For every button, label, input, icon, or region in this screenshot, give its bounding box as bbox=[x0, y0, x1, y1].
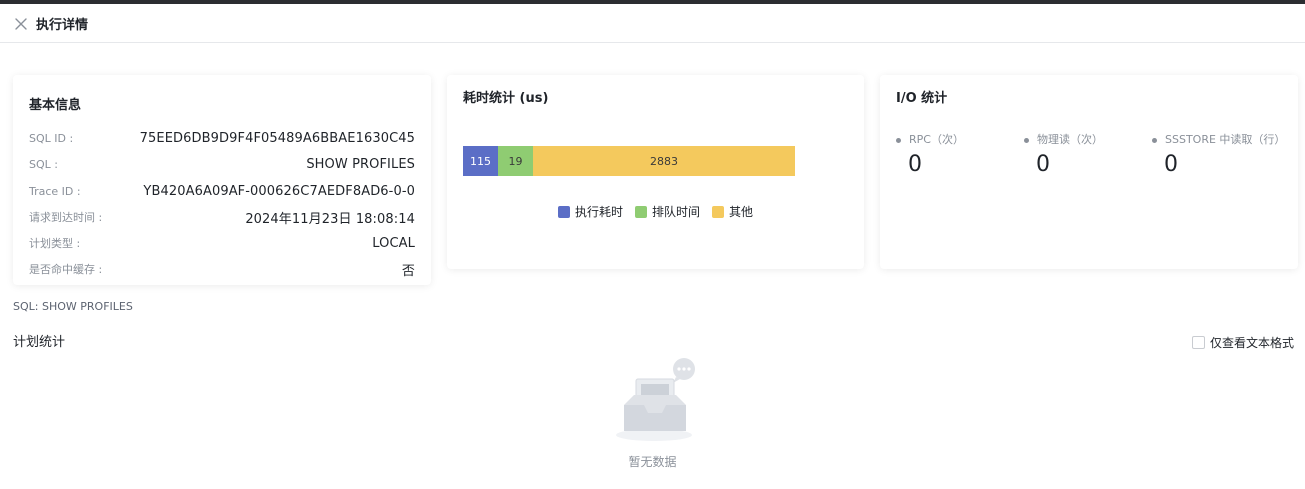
io-label: RPC（次） bbox=[909, 133, 964, 146]
bullet-icon bbox=[1024, 138, 1029, 143]
io-stat-rpc: RPC（次） 0 bbox=[896, 130, 1024, 177]
text-only-checkbox[interactable]: 仅查看文本格式 bbox=[1191, 334, 1294, 351]
info-label: 请求到达时间 : bbox=[29, 211, 103, 224]
empty-state-text: 暂无数据 bbox=[628, 455, 677, 469]
close-icon[interactable] bbox=[14, 16, 28, 30]
info-row-request-time: 请求到达时间 : 2024年11月23日 18:08:14 bbox=[29, 207, 415, 227]
text-only-label: 仅查看文本格式 bbox=[1209, 336, 1294, 350]
info-value: YB420A6A09AF-000626C7AEDF8AD6-0-0 bbox=[143, 183, 415, 199]
info-row-sql-id: SQL ID : 75EED6DB9D9F4F05489A6BBAE1630C4… bbox=[29, 128, 415, 148]
time-stacked-bar: 115 19 2883 bbox=[463, 146, 795, 176]
plan-stats-title: 计划统计 bbox=[13, 335, 66, 350]
bar-segment-exec[interactable]: 115 bbox=[463, 146, 498, 176]
info-row-trace-id: Trace ID : YB420A6A09AF-000626C7AEDF8AD6… bbox=[29, 181, 415, 201]
info-label: 计划类型 : bbox=[29, 237, 81, 250]
io-label: 物理读（次） bbox=[1037, 133, 1103, 146]
legend-label: 执行耗时 bbox=[574, 205, 623, 219]
page-header: 执行详情 bbox=[0, 4, 1305, 43]
legend-swatch bbox=[557, 205, 570, 218]
io-value: 0 bbox=[1036, 152, 1050, 177]
legend-swatch bbox=[634, 205, 647, 218]
legend-item-other[interactable]: 其他 bbox=[712, 203, 753, 220]
info-row-cache-hit: 是否命中缓存 : 否 bbox=[29, 259, 415, 279]
legend-label: 其他 bbox=[729, 205, 754, 219]
empty-inbox-icon bbox=[610, 355, 700, 445]
info-value: LOCAL bbox=[372, 235, 415, 251]
io-value: 0 bbox=[1164, 152, 1178, 177]
info-label: Trace ID : bbox=[29, 184, 81, 198]
info-row-plan-type: 计划类型 : LOCAL bbox=[29, 233, 415, 253]
checkbox-box[interactable] bbox=[1191, 336, 1205, 349]
legend-label: 排队时间 bbox=[651, 205, 700, 219]
info-value: 75EED6DB9D9F4F05489A6BBAE1630C45 bbox=[139, 130, 415, 146]
time-stats-card: 耗时统计 (us) 115 19 2883 执行耗时 排队时间 其他 bbox=[447, 75, 864, 269]
legend-swatch bbox=[712, 205, 724, 218]
info-label: SQL : bbox=[29, 157, 58, 171]
io-stat-ssstore-read: SSSTORE 中读取（行） 0 bbox=[1152, 130, 1286, 177]
chart-legend: 执行耗时 排队时间 其他 bbox=[447, 203, 864, 220]
legend-item-exec[interactable]: 执行耗时 bbox=[557, 203, 623, 220]
page-title: 执行详情 bbox=[36, 17, 89, 33]
bullet-icon bbox=[1152, 138, 1157, 143]
io-stats-title: I/O 统计 bbox=[896, 91, 948, 106]
basic-info-title: 基本信息 bbox=[29, 98, 82, 113]
io-value: 0 bbox=[908, 152, 922, 177]
time-stats-title: 耗时统计 (us) bbox=[463, 91, 549, 106]
basic-info-card: 基本信息 SQL ID : 75EED6DB9D9F4F05489A6BBAE1… bbox=[13, 75, 431, 285]
info-row-sql: SQL : SHOW PROFILES bbox=[29, 154, 415, 174]
bar-segment-other[interactable]: 2883 bbox=[533, 146, 795, 176]
info-value: SHOW PROFILES bbox=[306, 156, 415, 172]
info-label: 是否命中缓存 : bbox=[29, 263, 103, 276]
sql-text-line: SQL: SHOW PROFILES bbox=[13, 300, 133, 313]
info-value: 2024年11月23日 18:08:14 bbox=[245, 211, 415, 227]
bar-segment-queue[interactable]: 19 bbox=[498, 146, 533, 176]
io-stat-physical-read: 物理读（次） 0 bbox=[1024, 130, 1152, 177]
bullet-icon bbox=[896, 138, 901, 143]
info-value: 否 bbox=[401, 263, 415, 279]
io-stats-card: I/O 统计 RPC（次） 0 物理读（次） 0 SSSTORE 中读取（行） … bbox=[880, 75, 1298, 269]
info-label: SQL ID : bbox=[29, 131, 74, 145]
io-label: SSSTORE 中读取（行） bbox=[1165, 133, 1286, 146]
legend-item-queue[interactable]: 排队时间 bbox=[634, 203, 700, 220]
